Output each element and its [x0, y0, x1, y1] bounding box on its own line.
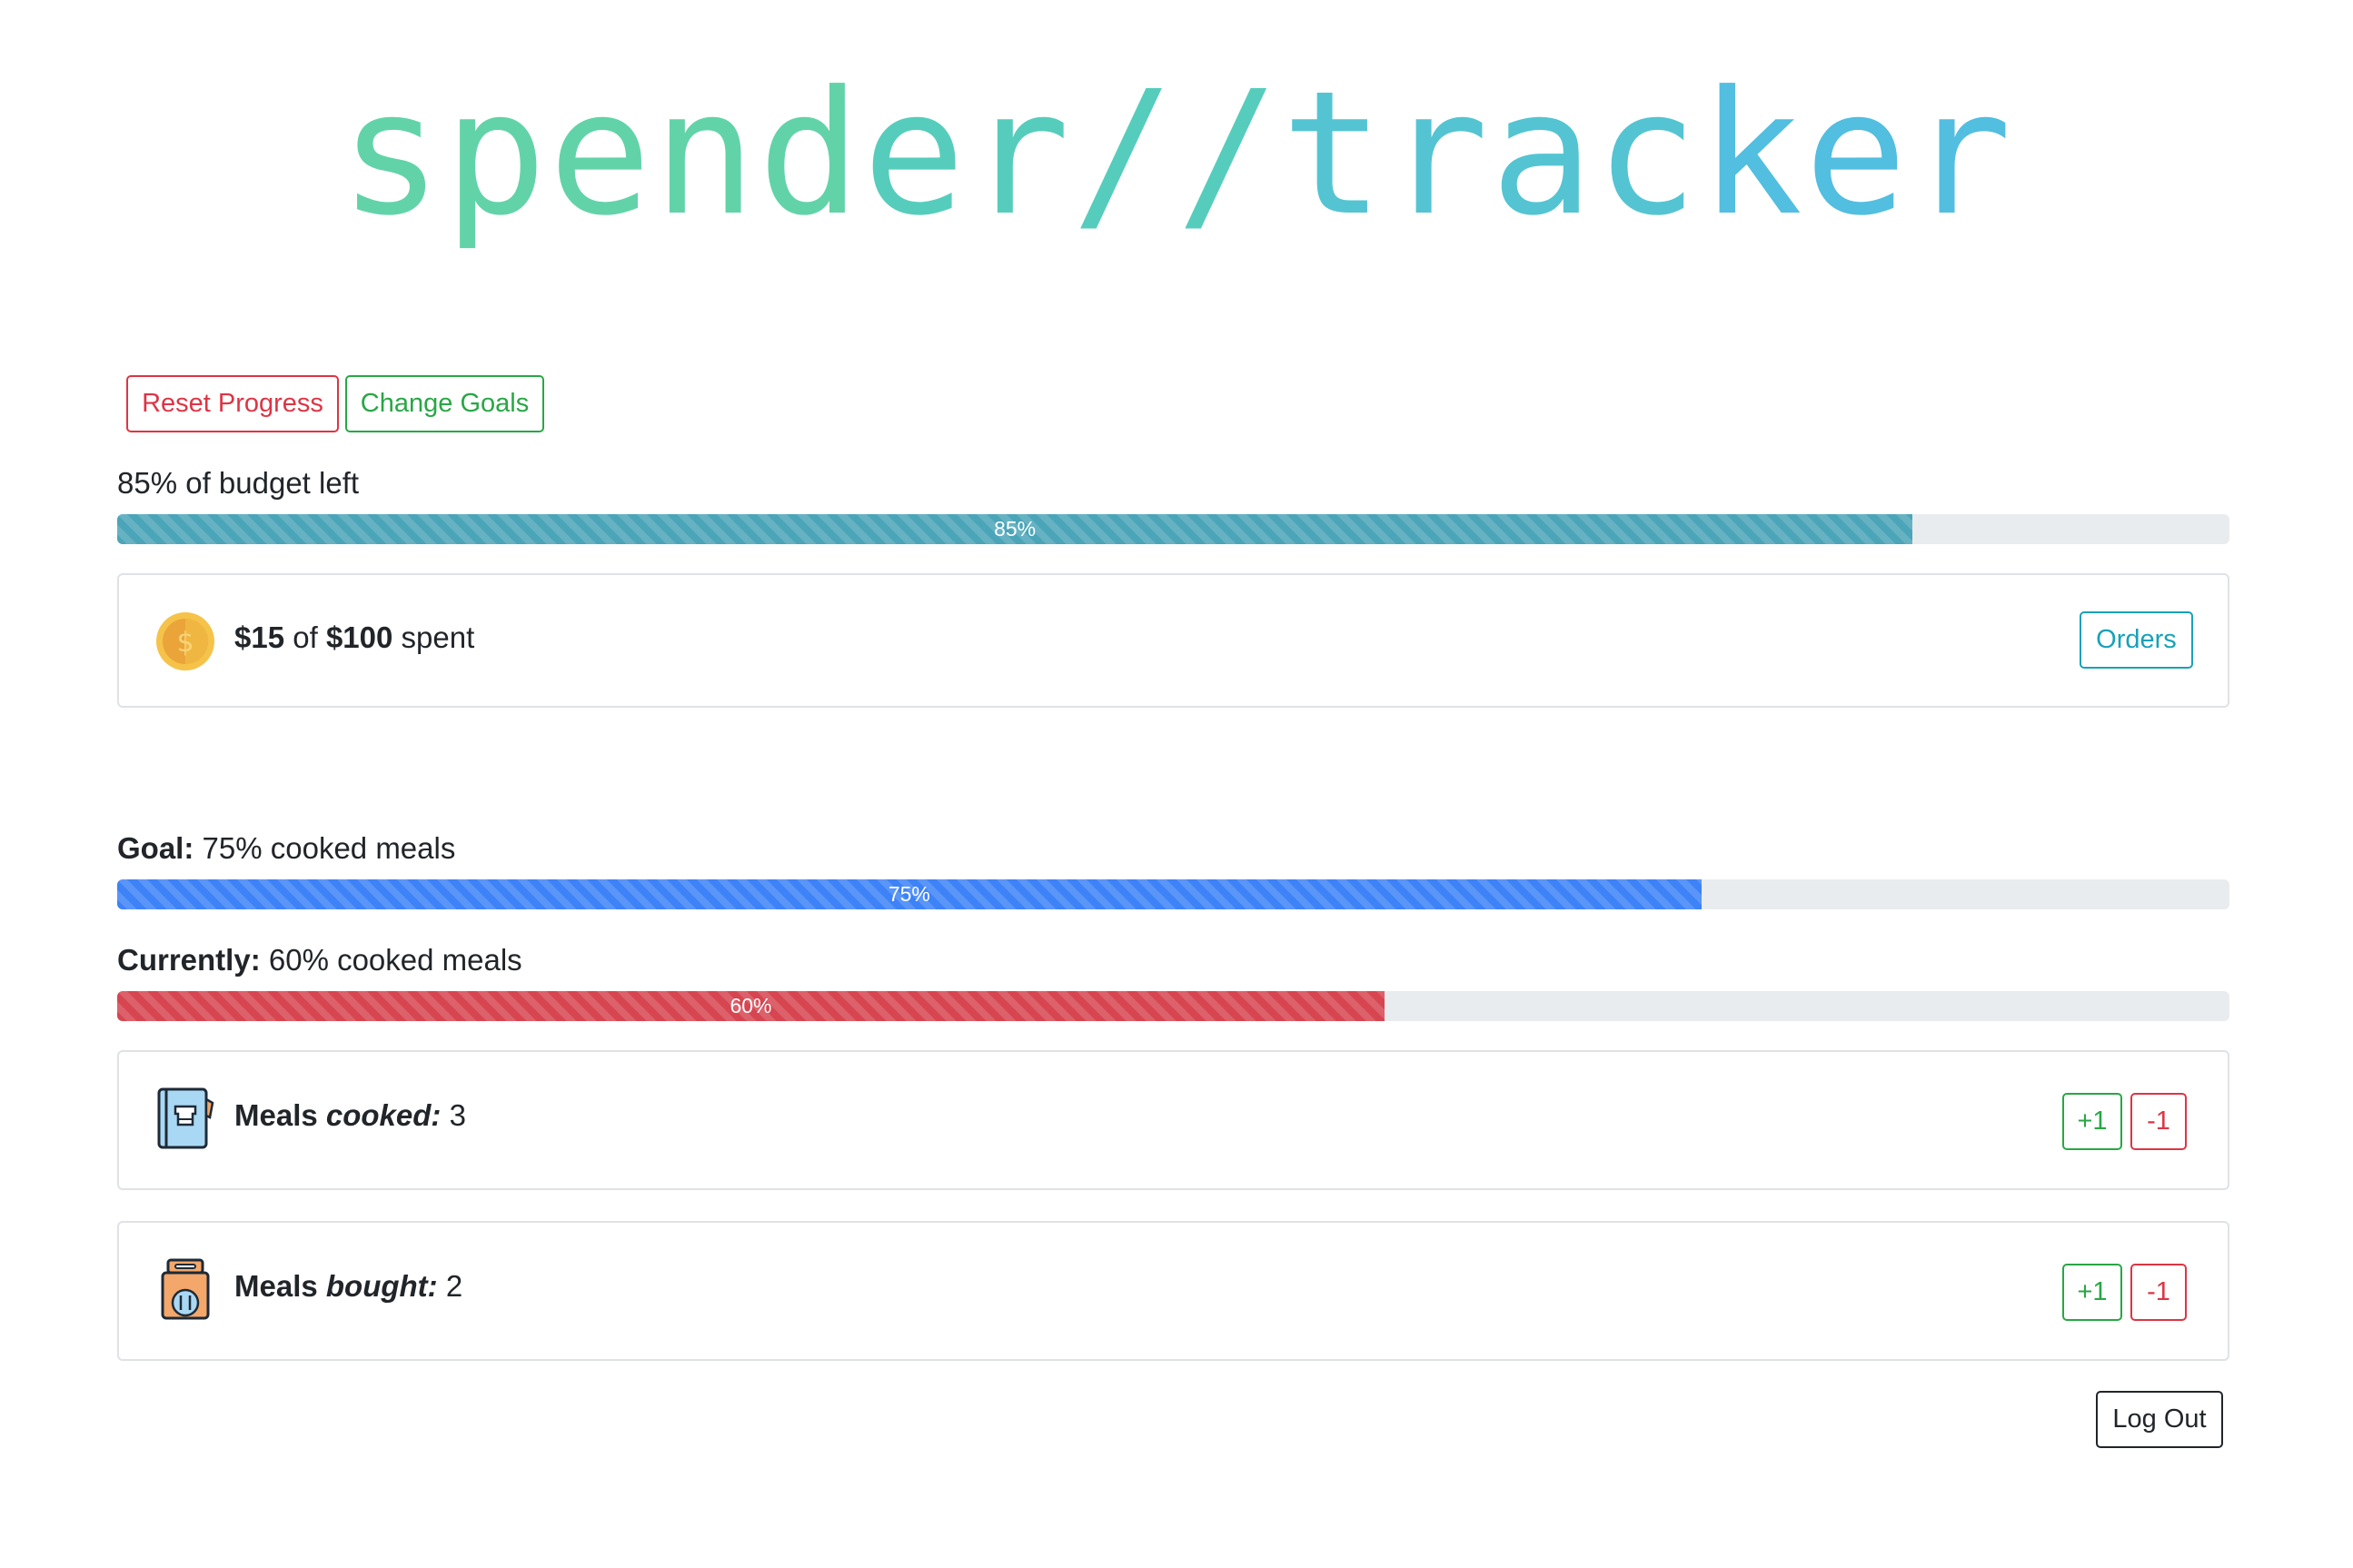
meals-cooked-text: Meals cooked: 3	[234, 1097, 466, 1134]
budget-progress-bar: 85%	[117, 514, 2229, 544]
cooked-plus-button[interactable]: +1	[2062, 1093, 2122, 1150]
goal-progress-text: 75%	[888, 882, 930, 906]
orders-button[interactable]: Orders	[2080, 611, 2193, 669]
goal-label: Goal: 75% cooked meals	[117, 830, 455, 867]
meals-bought-prefix: Meals	[234, 1269, 318, 1303]
goal-progress-bar: 75%	[117, 879, 2229, 909]
change-goals-button[interactable]: Change Goals	[345, 375, 544, 432]
meals-cooked-card: Meals cooked: 3 +1 -1	[117, 1050, 2229, 1190]
svg-text:$: $	[176, 627, 194, 659]
bought-minus-button[interactable]: -1	[2130, 1264, 2187, 1321]
reset-progress-button[interactable]: Reset Progress	[126, 375, 339, 432]
logo-text-2: er//	[862, 55, 1282, 253]
logout-button[interactable]: Log Out	[2096, 1391, 2223, 1448]
budget-card: $ $15 of $100 spent Orders	[117, 573, 2229, 708]
recipe-book-icon	[155, 1087, 215, 1155]
page: spender//tracker Reset Progress Change G…	[0, 0, 2353, 1568]
total-amount: $100	[325, 620, 393, 654]
bought-plus-button[interactable]: +1	[2062, 1264, 2122, 1321]
meals-bought-text: Meals bought: 2	[234, 1268, 462, 1305]
goal-prefix: Goal:	[117, 831, 194, 865]
spent-amount: $15	[234, 620, 285, 654]
meals-cooked-count: 3	[449, 1098, 466, 1132]
current-progress-fill: 60%	[117, 991, 1385, 1021]
cooked-minus-button[interactable]: -1	[2130, 1093, 2187, 1150]
logo-text-3: trac	[1281, 55, 1700, 253]
budget-progress-text: 85%	[994, 517, 1037, 541]
current-progress-text: 60%	[730, 994, 772, 1017]
coin-icon: $	[155, 611, 215, 676]
current-label: Currently: 60% cooked meals	[117, 942, 522, 978]
current-prefix: Currently:	[117, 943, 261, 977]
budget-spent-text: $15 of $100 spent	[234, 620, 474, 656]
meals-bought-count: 2	[445, 1269, 463, 1303]
meals-cooked-emphasis: cooked:	[325, 1098, 442, 1132]
meals-bought-card: Meals bought: 2 +1 -1	[117, 1221, 2229, 1361]
goal-text: 75% cooked meals	[202, 831, 456, 865]
of-word: of	[293, 620, 318, 654]
current-progress-bar: 60%	[117, 991, 2229, 1021]
logo-text-4: ker	[1699, 55, 2014, 253]
current-text: 60% cooked meals	[268, 943, 522, 977]
spent-word: spent	[401, 620, 475, 654]
budget-progress-fill: 85%	[117, 514, 1913, 544]
logo-text-1: spend	[339, 55, 863, 253]
app-logo: spender//tracker	[0, 64, 2353, 245]
takeout-bag-icon	[155, 1257, 215, 1325]
goal-progress-fill: 75%	[117, 879, 1702, 909]
meals-bought-emphasis: bought:	[325, 1269, 438, 1303]
budget-left-label: 85% of budget left	[117, 466, 360, 500]
meals-cooked-prefix: Meals	[234, 1098, 318, 1132]
